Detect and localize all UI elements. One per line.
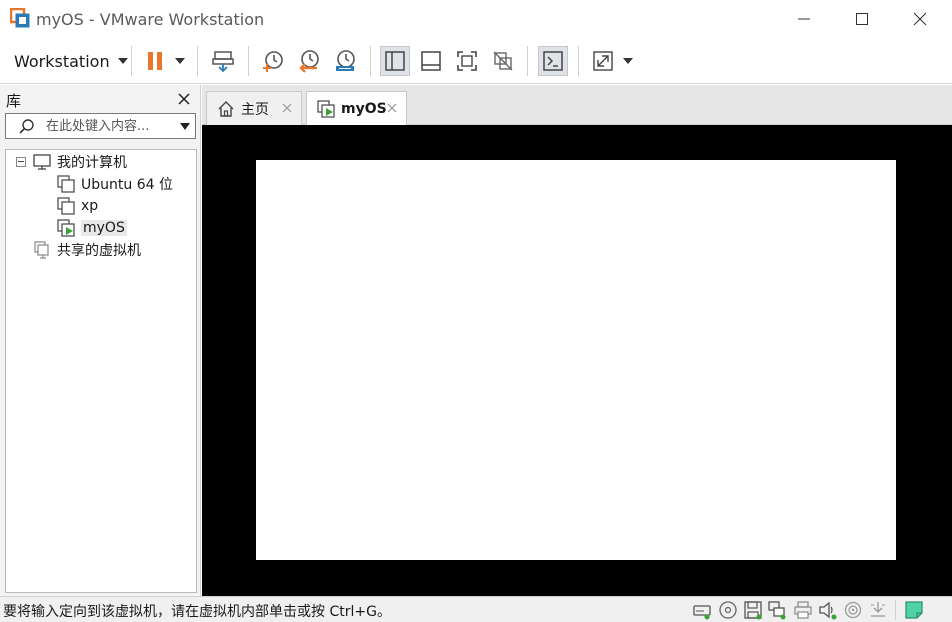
close-icon[interactable]: [176, 91, 192, 107]
library-search[interactable]: [5, 113, 196, 139]
search-dropdown-chevron-icon[interactable]: [180, 123, 190, 130]
vm-running-icon: [57, 219, 75, 237]
toolbar: Workstation: [0, 38, 952, 84]
suspend-button[interactable]: [140, 46, 170, 76]
search-icon: [19, 119, 34, 134]
tab-label: 主页: [241, 101, 269, 118]
toolbar-divider: [578, 46, 579, 76]
tree-item-vm[interactable]: Ubuntu 64 位: [57, 173, 173, 195]
floppy-icon[interactable]: [743, 600, 763, 620]
hard-disk-icon[interactable]: [692, 600, 712, 620]
terminal-icon: [543, 51, 563, 71]
vm-running-icon: [317, 100, 335, 118]
vm-icon: [57, 175, 75, 193]
shared-vm-icon: [34, 241, 49, 259]
unity-button[interactable]: [488, 46, 518, 76]
show-library-button[interactable]: [380, 46, 410, 76]
tree-item-label: xp: [81, 198, 99, 214]
vmware-logo-icon: [10, 8, 30, 28]
computer-icon: [33, 154, 51, 170]
workstation-menu-label: Workstation: [14, 51, 110, 71]
collapse-toggle[interactable]: [16, 157, 26, 167]
tree-item-label: 我的计算机: [57, 155, 127, 171]
library-view-icon: [385, 51, 405, 71]
home-icon: [218, 100, 234, 117]
library-tree: 我的计算机 Ubuntu 64 位 xp myOS 共享的虚拟机: [5, 149, 197, 593]
snapshot-manager-icon: [336, 50, 355, 71]
snapshot-revert-icon: [299, 50, 319, 73]
send-keys-icon: [212, 51, 234, 73]
toolbar-divider: [527, 46, 528, 76]
close-tab-icon[interactable]: [281, 102, 293, 114]
view-options-dropdown[interactable]: [623, 58, 633, 64]
revert-snapshot-button[interactable]: [294, 46, 324, 76]
maximize-button[interactable]: [834, 0, 890, 38]
snapshot-manager-button[interactable]: [330, 46, 360, 76]
toolbar-divider: [370, 46, 371, 76]
message-log-icon[interactable]: [904, 600, 924, 620]
tab-home[interactable]: 主页: [206, 91, 302, 125]
minimize-button[interactable]: [776, 0, 832, 38]
minimize-icon: [798, 18, 810, 20]
tree-item-vm-running[interactable]: myOS: [57, 217, 127, 239]
tree-item-shared-vms[interactable]: 共享的虚拟机: [33, 239, 141, 261]
tab-myos[interactable]: myOS: [306, 91, 407, 126]
show-thumbnail-bar-button[interactable]: [416, 46, 446, 76]
status-message: 要将输入定向到该虚拟机，请在虚拟机内部单击或按 Ctrl+G。: [3, 604, 391, 620]
library-title: 库: [6, 92, 22, 110]
full-screen-button[interactable]: [452, 46, 482, 76]
window-title: myOS - VMware Workstation: [36, 10, 265, 29]
chevron-down-icon: [117, 58, 128, 64]
usb-device-icon[interactable]: [843, 600, 863, 620]
pause-icon: [148, 52, 162, 70]
status-bar: 要将输入定向到该虚拟机，请在虚拟机内部单击或按 Ctrl+G。: [0, 596, 952, 622]
tab-label: myOS: [341, 101, 387, 117]
vm-console[interactable]: [202, 125, 952, 596]
vm-icon: [57, 197, 75, 215]
unity-disabled-icon: [493, 51, 513, 71]
title-bar: myOS - VMware Workstation: [0, 0, 952, 38]
tree-item-label: 共享的虚拟机: [57, 243, 141, 259]
close-tab-icon[interactable]: [386, 102, 398, 114]
snapshot-take-icon: [263, 51, 283, 72]
toolbar-divider: [197, 46, 198, 76]
toolbar-divider: [248, 46, 249, 76]
power-options-dropdown[interactable]: [175, 58, 185, 64]
tree-item-my-computer[interactable]: 我的计算机: [33, 151, 127, 173]
toolbar-divider: [131, 46, 132, 76]
tree-item-label: myOS: [81, 220, 127, 236]
status-divider: [895, 600, 896, 620]
network-adapter-icon[interactable]: [767, 600, 787, 620]
guest-screen[interactable]: [256, 160, 896, 560]
stretch-guest-button[interactable]: [588, 46, 618, 76]
sound-icon[interactable]: [818, 600, 838, 620]
printer-icon[interactable]: [793, 600, 813, 620]
full-screen-icon: [457, 51, 477, 71]
console-view-button[interactable]: [538, 46, 568, 76]
cd-dvd-icon[interactable]: [718, 600, 738, 620]
tree-item-vm[interactable]: xp: [57, 195, 98, 217]
take-snapshot-button[interactable]: [258, 46, 288, 76]
display-settings-icon[interactable]: [868, 600, 888, 620]
tab-strip: 主页 myOS: [202, 85, 952, 126]
expand-icon: [593, 51, 613, 71]
close-icon: [913, 12, 927, 26]
close-window-button[interactable]: [892, 0, 948, 38]
library-panel: 库 我的计算机 Ubuntu 64 位: [0, 85, 201, 596]
library-search-input[interactable]: [46, 116, 176, 136]
workstation-menu[interactable]: Workstation: [6, 46, 136, 76]
thumbnail-bar-icon: [421, 51, 441, 71]
tree-item-label: Ubuntu 64 位: [81, 177, 173, 193]
maximize-icon: [856, 13, 868, 25]
send-ctrl-alt-del-button[interactable]: [208, 46, 238, 76]
